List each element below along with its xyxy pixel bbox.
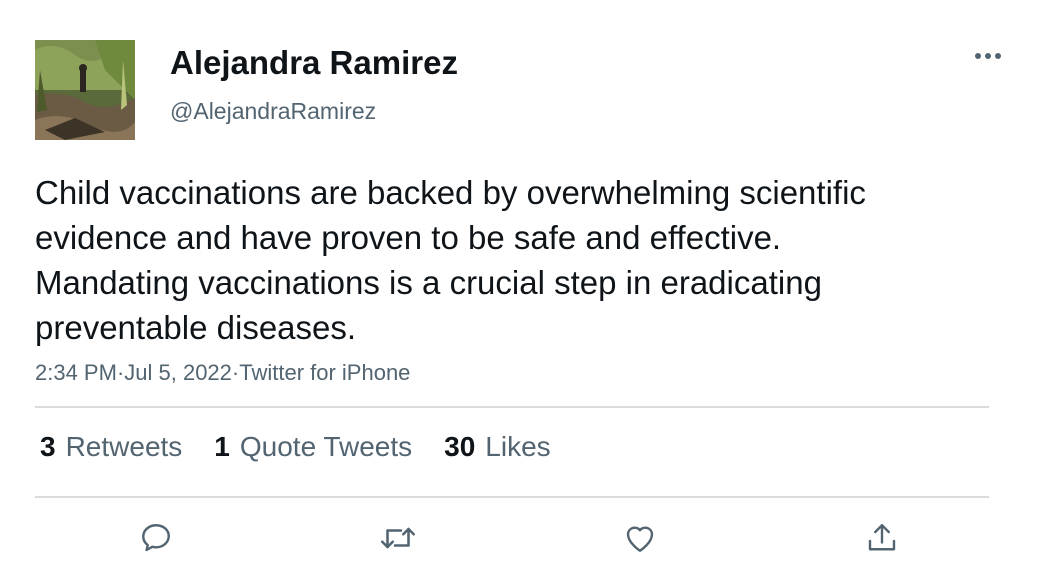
share-icon bbox=[868, 524, 896, 551]
retweet-button[interactable] bbox=[378, 518, 418, 558]
more-options-button[interactable] bbox=[970, 42, 1006, 70]
reply-button[interactable] bbox=[136, 518, 176, 558]
tweet-stats: 3 Retweets 1 Quote Tweets 30 Likes bbox=[40, 431, 583, 463]
quote-tweets-count: 1 bbox=[214, 431, 230, 462]
quote-tweets-label: Quote Tweets bbox=[239, 431, 413, 462]
more-horizontal-icon bbox=[975, 53, 1001, 59]
retweets-stat[interactable]: 3 Retweets bbox=[40, 431, 182, 463]
retweets-label: Retweets bbox=[65, 431, 183, 462]
quote-tweets-stat[interactable]: 1 Quote Tweets bbox=[214, 431, 412, 463]
reply-icon bbox=[142, 524, 170, 552]
avatar-photo bbox=[35, 40, 135, 140]
tweet-text: Child vaccinations are backed by overwhe… bbox=[35, 174, 866, 346]
retweet-icon bbox=[380, 527, 416, 549]
divider-bottom bbox=[35, 496, 989, 498]
tweet-meta: 2:34 PM · Jul 5, 2022 · Twitter for iPho… bbox=[35, 360, 410, 386]
likes-count: 30 bbox=[444, 431, 476, 462]
heart-icon bbox=[626, 526, 654, 552]
likes-stat[interactable]: 30 Likes bbox=[444, 431, 551, 463]
divider-top bbox=[35, 406, 989, 408]
tweet-source[interactable]: Twitter for iPhone bbox=[239, 360, 410, 386]
meta-separator: · bbox=[116, 360, 125, 385]
tweet-date[interactable]: Jul 5, 2022 bbox=[124, 360, 232, 386]
tweet-time[interactable]: 2:34 PM bbox=[35, 360, 117, 386]
author-display-name[interactable]: Alejandra Ramirez bbox=[170, 44, 458, 82]
meta-separator: · bbox=[231, 360, 240, 385]
likes-label: Likes bbox=[485, 431, 551, 462]
share-button[interactable] bbox=[862, 518, 902, 558]
retweets-count: 3 bbox=[40, 431, 56, 462]
like-button[interactable] bbox=[620, 518, 660, 558]
avatar[interactable] bbox=[35, 40, 135, 140]
author-handle[interactable]: @AlejandraRamirez bbox=[170, 98, 376, 125]
